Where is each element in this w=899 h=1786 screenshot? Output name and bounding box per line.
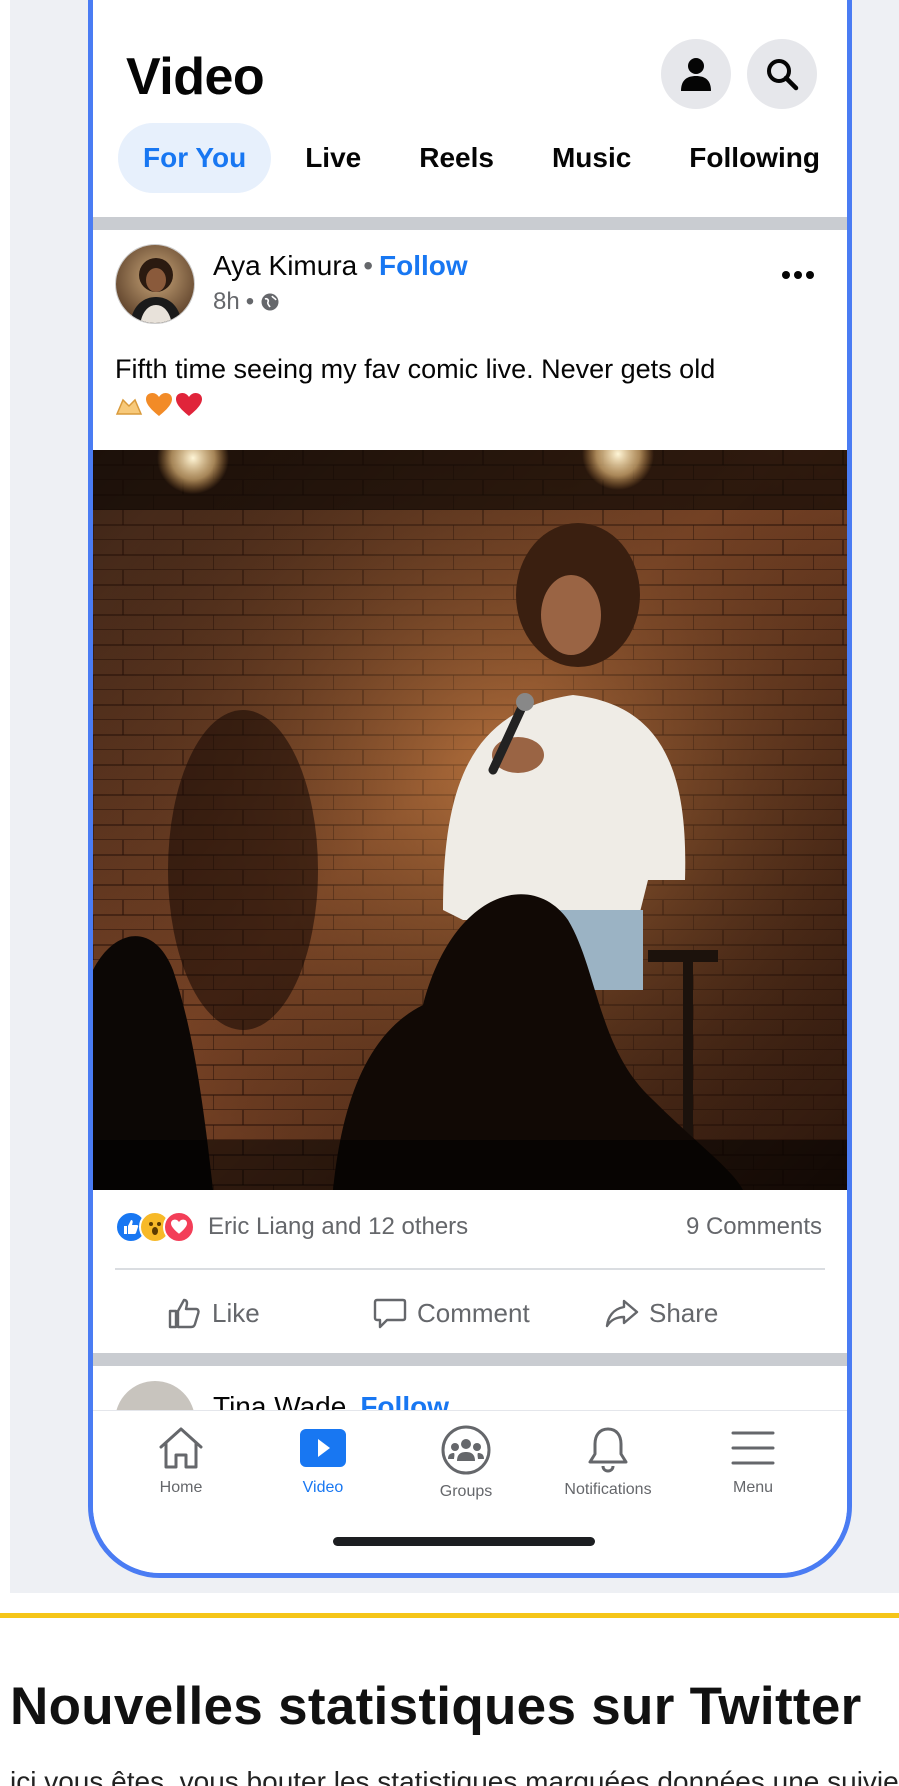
nav-groups[interactable]: Groups bbox=[406, 1425, 526, 1501]
search-icon bbox=[767, 59, 799, 91]
person-icon bbox=[681, 58, 711, 91]
orange-heart-icon bbox=[146, 392, 172, 416]
groups-icon bbox=[441, 1425, 491, 1475]
nav-video[interactable]: Video bbox=[263, 1425, 383, 1497]
share-button[interactable]: Share bbox=[605, 1277, 718, 1349]
author-name[interactable]: Tina Wade bbox=[213, 1391, 346, 1411]
more-options-icon bbox=[782, 271, 814, 279]
section-rule bbox=[0, 1613, 899, 1618]
nav-home[interactable]: Home bbox=[121, 1425, 241, 1497]
more-options-button[interactable] bbox=[773, 260, 823, 290]
author-name[interactable]: Aya Kimura bbox=[213, 250, 357, 281]
tab-music[interactable]: Music bbox=[528, 123, 655, 193]
post-meta: 8h • bbox=[213, 288, 280, 316]
globe-icon bbox=[261, 293, 279, 311]
share-label: Share bbox=[649, 1297, 719, 1328]
nav-notifications-label: Notifications bbox=[564, 1481, 652, 1498]
caption-text: Fifth time seeing my fav comic live. Nev… bbox=[115, 354, 716, 384]
like-icon bbox=[168, 1298, 200, 1329]
tab-live[interactable]: Live bbox=[281, 123, 385, 193]
share-icon bbox=[605, 1299, 639, 1328]
tab-for-you[interactable]: For You bbox=[118, 123, 272, 193]
promo-stage: Video For You Live Reels Music Following bbox=[10, 0, 899, 1593]
section-divider bbox=[93, 217, 847, 230]
comment-button[interactable]: Comment bbox=[373, 1277, 530, 1349]
search-button[interactable] bbox=[747, 39, 817, 109]
video-icon bbox=[300, 1429, 346, 1467]
author-line: Aya Kimura • Follow bbox=[213, 250, 468, 282]
reaction-icons bbox=[115, 1211, 195, 1243]
avatar[interactable] bbox=[115, 1381, 195, 1411]
nav-video-label: Video bbox=[302, 1479, 344, 1496]
like-button[interactable]: Like bbox=[168, 1277, 260, 1349]
comments-count[interactable]: 9 Comments bbox=[686, 1213, 822, 1241]
page-title: Video bbox=[126, 48, 265, 106]
home-indicator bbox=[333, 1537, 595, 1546]
separator-dot: • bbox=[363, 250, 374, 281]
hands-icon bbox=[115, 398, 143, 415]
meta-dot: • bbox=[245, 288, 255, 315]
follow-button[interactable]: Follow bbox=[360, 1391, 449, 1411]
comment-label: Comment bbox=[417, 1297, 530, 1328]
home-icon bbox=[159, 1427, 203, 1469]
next-post-header: Tina Wade Follow bbox=[93, 1371, 847, 1411]
app-header: Video For You Live Reels Music Following bbox=[93, 5, 847, 217]
nav-notifications[interactable]: Notifications bbox=[548, 1425, 668, 1499]
tab-reels[interactable]: Reels bbox=[395, 123, 518, 193]
post-time: 8h bbox=[213, 288, 240, 315]
caption-emojis bbox=[115, 392, 203, 418]
tab-following[interactable]: Following bbox=[665, 123, 844, 193]
nav-home-label: Home bbox=[159, 1479, 203, 1496]
nav-menu[interactable]: Menu bbox=[693, 1425, 813, 1497]
post-header: Aya Kimura • Follow 8h • Fifth time seeing… bbox=[93, 230, 847, 445]
love-reaction-icon bbox=[163, 1211, 195, 1243]
post-caption: Fifth time seeing my fav comic live. Nev… bbox=[115, 352, 805, 420]
nav-menu-label: Menu bbox=[732, 1479, 774, 1496]
post-actions: Like Comment Share bbox=[93, 1277, 847, 1349]
follow-button[interactable]: Follow bbox=[379, 250, 468, 281]
video-frame bbox=[93, 450, 847, 1190]
phone-frame: Video For You Live Reels Music Following bbox=[88, 0, 852, 1578]
like-label: Like bbox=[212, 1297, 260, 1328]
profile-button[interactable] bbox=[661, 39, 731, 109]
bottom-nav: Home Video Groups Notifications Menu bbox=[93, 1410, 847, 1573]
video-tabs: For You Live Reels Music Following bbox=[118, 123, 847, 193]
avatar-image bbox=[116, 245, 194, 323]
menu-icon bbox=[731, 1431, 775, 1465]
bell-icon bbox=[588, 1427, 628, 1473]
reactions-row[interactable]: Eric Liang and 12 others 9 Comments bbox=[93, 1197, 847, 1257]
avatar[interactable] bbox=[115, 244, 195, 324]
post-video[interactable] bbox=[93, 450, 847, 1190]
red-heart-icon bbox=[176, 392, 202, 416]
actions-divider bbox=[115, 1268, 825, 1270]
comment-icon bbox=[373, 1298, 407, 1329]
reactions-summary[interactable]: Eric Liang and 12 others bbox=[208, 1213, 468, 1241]
article-title: Nouvelles statistiques sur Twitter bbox=[10, 1677, 862, 1736]
section-divider bbox=[93, 1353, 847, 1366]
next-post-author: Tina Wade Follow bbox=[213, 1391, 449, 1411]
nav-groups-label: Groups bbox=[439, 1483, 493, 1500]
article-snippet: ici vous êtes, vous bouter les statistiq… bbox=[10, 1766, 899, 1786]
